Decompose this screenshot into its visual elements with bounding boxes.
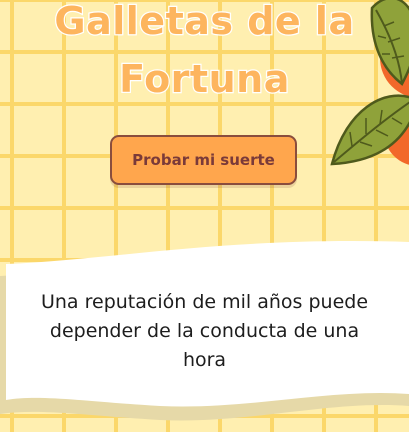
title-line-1: Galletas de la [53, 0, 355, 44]
try-luck-button[interactable]: Probar mi suerte [110, 135, 297, 185]
page-title: Galletas de la Fortuna [0, 0, 409, 108]
fortune-message: Una reputación de mil años puede depende… [40, 291, 369, 371]
title-line-2: Fortuna [118, 56, 291, 103]
